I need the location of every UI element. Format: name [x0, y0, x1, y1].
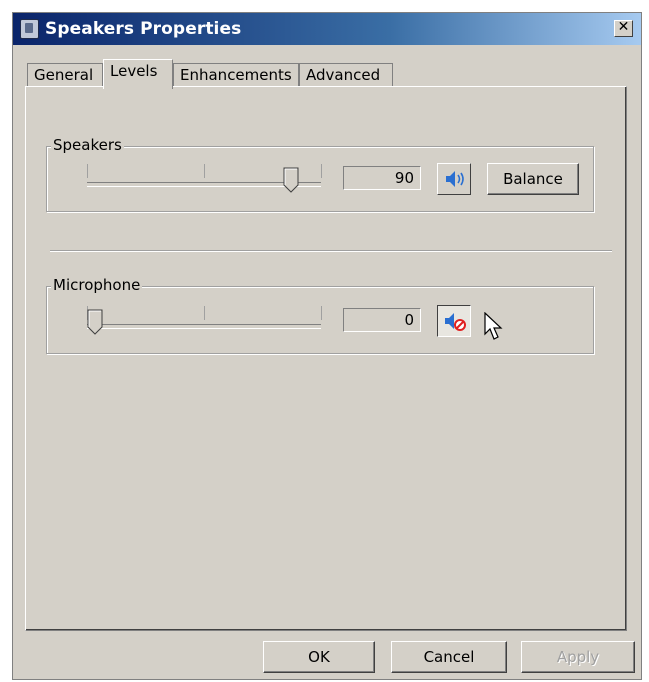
speakers-properties-dialog: Speakers Properties ✕ General Levels Enh… — [12, 12, 642, 680]
microphone-group: Microphone 0 — [46, 276, 594, 354]
speakers-level-value: 90 — [343, 166, 421, 190]
window-title: Speakers Properties — [45, 19, 242, 39]
levels-panel: Speakers 90 Balance Microphone 0 — [25, 86, 627, 631]
slider-tick — [87, 164, 88, 178]
microphone-level-value: 0 — [343, 308, 421, 332]
close-button[interactable]: ✕ — [614, 20, 633, 37]
tab-general[interactable]: General — [27, 63, 103, 87]
speaker-app-icon — [20, 19, 39, 39]
title-bar[interactable]: Speakers Properties ✕ — [13, 13, 641, 45]
separator — [50, 250, 612, 252]
tab-levels[interactable]: Levels — [103, 59, 173, 89]
speakers-slider-thumb[interactable] — [283, 167, 299, 193]
tab-advanced[interactable]: Advanced — [299, 63, 393, 87]
mouse-cursor-icon — [484, 312, 503, 340]
speakers-label: Speakers — [51, 136, 124, 154]
balance-button[interactable]: Balance — [487, 163, 579, 195]
microphone-mute-button[interactable] — [437, 305, 471, 337]
speakers-mute-button[interactable] — [437, 163, 471, 195]
slider-tick — [204, 164, 205, 178]
slider-tick — [204, 306, 205, 320]
microphone-slider[interactable] — [87, 324, 321, 329]
speakers-group: Speakers 90 Balance — [46, 136, 594, 212]
apply-button[interactable]: Apply — [521, 641, 635, 673]
tab-enhancements[interactable]: Enhancements — [173, 63, 299, 87]
muted-speaker-icon — [445, 313, 466, 331]
slider-tick — [321, 306, 322, 320]
microphone-label: Microphone — [51, 276, 143, 294]
cancel-button[interactable]: Cancel — [391, 641, 507, 673]
slider-tick — [321, 164, 322, 178]
microphone-slider-thumb[interactable] — [87, 309, 103, 335]
ok-button[interactable]: OK — [263, 641, 375, 673]
speaker-icon — [446, 171, 464, 187]
